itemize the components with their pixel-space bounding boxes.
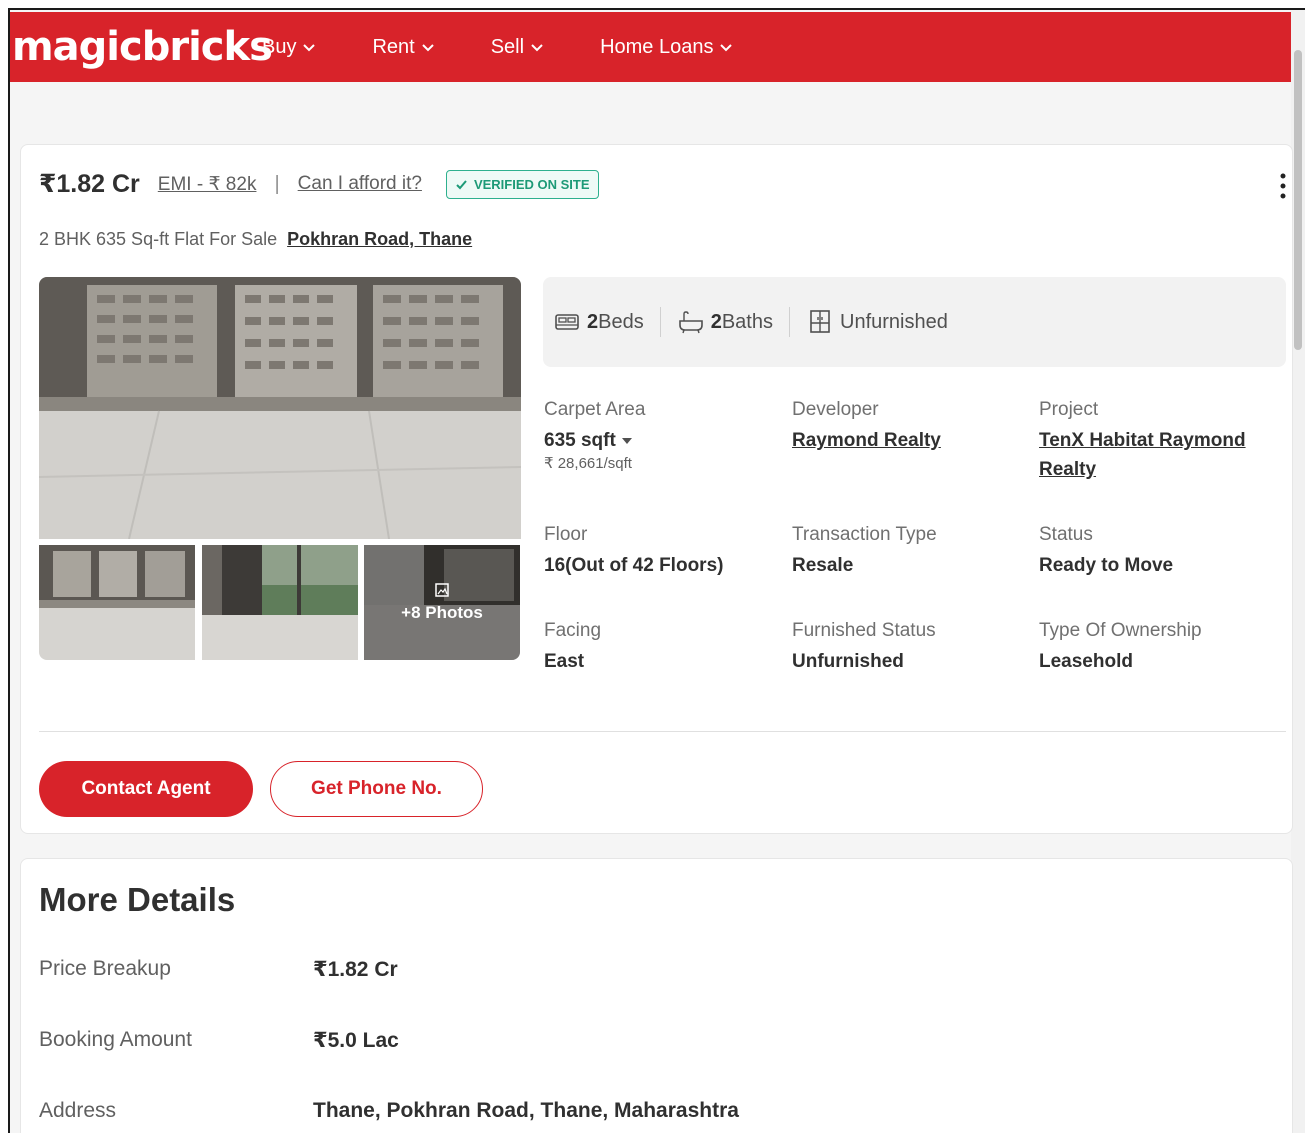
developer-link[interactable]: Raymond Realty xyxy=(792,430,1032,452)
property-subtitle: 2 BHK 635 Sq-ft Flat For Sale Pokhran Roa… xyxy=(39,229,472,250)
contact-agent-button[interactable]: Contact Agent xyxy=(39,761,253,817)
location-link[interactable]: Pokhran Road, Thane xyxy=(287,229,472,249)
chevron-down-icon xyxy=(422,44,434,52)
developer: Developer Raymond Realty xyxy=(792,399,1032,452)
baths-label: Baths xyxy=(721,310,773,333)
emi-link[interactable]: EMI - ₹ 82k xyxy=(158,173,257,196)
beds-label: Beds xyxy=(598,310,644,333)
carpet-area-label: Carpet Area xyxy=(544,399,646,420)
nav-sell[interactable]: Sell xyxy=(491,36,544,59)
furnished-status-value: Unfurnished xyxy=(792,651,904,672)
baths-count: 2 xyxy=(710,310,722,333)
photo-thumbnail[interactable] xyxy=(202,545,358,660)
beds-count: 2 xyxy=(587,310,599,333)
carpet-area-value: 635 sqft xyxy=(544,430,616,451)
property-price: ₹1.82 Cr xyxy=(39,170,140,198)
detail-row: Address Thane, Pokhran Road, Thane, Maha… xyxy=(39,1099,739,1123)
nav-home-loans-label: Home Loans xyxy=(600,35,714,58)
verified-badge: VERIFIED ON SITE xyxy=(445,169,599,199)
main-property-photo[interactable] xyxy=(39,277,521,539)
detail-row: Booking Amount ₹5.0 Lac xyxy=(39,1028,399,1053)
property-card: ₹1.82 Cr EMI - ₹ 82k | Can I afford it? … xyxy=(20,144,1293,834)
price-per-sqft: ₹ 28,661/sqft xyxy=(544,455,632,472)
carpet-area-value-row: 635 sqft xyxy=(544,430,784,452)
chevron-down-icon xyxy=(531,44,543,52)
project-link[interactable]: TenX Habitat Raymond Realty xyxy=(1039,426,1279,484)
project: Project TenX Habitat Raymond Realty xyxy=(1039,399,1279,484)
magicbricks-logo[interactable]: magicbricks xyxy=(12,24,273,70)
more-photos-tile[interactable]: +8 Photos xyxy=(364,545,520,660)
floor-value: 16(Out of 42 Floors) xyxy=(544,555,724,576)
ownership-type-value: Leasehold xyxy=(1039,651,1133,672)
beds-info: 2Beds xyxy=(553,309,644,335)
carpet-area: Carpet Area 635 sqft ₹ 28,661/sqft xyxy=(544,399,784,472)
facing: Facing East xyxy=(544,620,784,673)
photo-thumbnail[interactable] xyxy=(39,545,195,660)
more-details-title: More Details xyxy=(39,881,236,918)
furnished-status: Furnished Status Unfurnished xyxy=(792,620,1032,673)
developer-label: Developer xyxy=(792,399,879,420)
nav-rent-label: Rent xyxy=(372,35,415,58)
afford-link[interactable]: Can I afford it? xyxy=(298,173,422,195)
detail-value: Thane, Pokhran Road, Thane, Maharashtra xyxy=(313,1099,739,1122)
status: Status Ready to Move xyxy=(1039,524,1279,577)
furnished-status-label: Furnished Status xyxy=(792,620,936,641)
more-options-icon[interactable] xyxy=(1278,171,1288,201)
status-value: Ready to Move xyxy=(1039,555,1174,576)
nav-home-loans[interactable]: Home Loans xyxy=(600,36,733,59)
wardrobe-icon xyxy=(810,310,830,333)
detail-label: Price Breakup xyxy=(39,957,171,980)
divider xyxy=(39,731,1286,732)
detail-row: Price Breakup ₹1.82 Cr xyxy=(39,957,398,982)
ownership-type: Type Of Ownership Leasehold xyxy=(1039,620,1279,673)
chevron-down-icon xyxy=(720,44,733,52)
transaction-type-label: Transaction Type xyxy=(792,524,937,545)
get-phone-button[interactable]: Get Phone No. xyxy=(270,761,483,817)
chevron-down-icon xyxy=(303,44,316,52)
property-title: 2 BHK 635 Sq-ft Flat For Sale xyxy=(39,229,278,249)
top-navigation-bar: magicbricks Buy Rent Sell Home Loans xyxy=(10,12,1293,82)
floor: Floor 16(Out of 42 Floors) xyxy=(544,524,784,577)
facing-value: East xyxy=(544,651,585,672)
status-label: Status xyxy=(1039,524,1093,545)
detail-value: ₹5.0 Lac xyxy=(313,1029,399,1052)
nav-buy[interactable]: Buy xyxy=(262,36,316,59)
divider xyxy=(659,307,661,337)
ownership-type-label: Type Of Ownership xyxy=(1039,620,1202,641)
price-row: ₹1.82 Cr EMI - ₹ 82k | Can I afford it? … xyxy=(39,169,599,199)
unit-dropdown-icon[interactable] xyxy=(621,437,632,444)
scrollbar-thumb[interactable] xyxy=(1294,50,1302,350)
more-photos-label: +8 Photos xyxy=(401,602,483,622)
main-nav: Buy Rent Sell Home Loans xyxy=(262,36,789,59)
baths-info: 2Baths xyxy=(677,309,773,335)
check-icon xyxy=(456,179,467,189)
page-scrollbar[interactable] xyxy=(1291,10,1305,1133)
image-icon xyxy=(435,582,449,597)
project-label: Project xyxy=(1039,399,1099,420)
transaction-type-value: Resale xyxy=(792,555,854,576)
nav-sell-label: Sell xyxy=(490,35,525,58)
detail-label: Booking Amount xyxy=(39,1028,192,1051)
bathtub-icon xyxy=(678,311,703,334)
verified-label: VERIFIED ON SITE xyxy=(473,176,590,192)
divider: | xyxy=(274,172,280,195)
browser-viewport: magicbricks Buy Rent Sell Home Loans ₹1.… xyxy=(8,8,1305,1133)
furnishing-info: Unfurnished xyxy=(806,309,948,335)
floor-label: Floor xyxy=(544,524,588,545)
furnishing-label: Unfurnished xyxy=(840,310,948,333)
detail-value: ₹1.82 Cr xyxy=(313,958,398,981)
detail-label: Address xyxy=(39,1099,117,1122)
nav-rent[interactable]: Rent xyxy=(372,36,434,59)
facing-label: Facing xyxy=(544,620,602,641)
divider xyxy=(789,307,790,337)
amenities-bar: 2Beds 2Baths Unfurnished xyxy=(543,277,1286,367)
transaction-type: Transaction Type Resale xyxy=(792,524,1032,577)
bed-icon xyxy=(555,314,579,330)
more-photos-overlay: +8 Photos xyxy=(364,545,520,660)
more-details-section: More Details Price Breakup ₹1.82 Cr Book… xyxy=(20,858,1293,1133)
nav-buy-label: Buy xyxy=(262,35,297,58)
